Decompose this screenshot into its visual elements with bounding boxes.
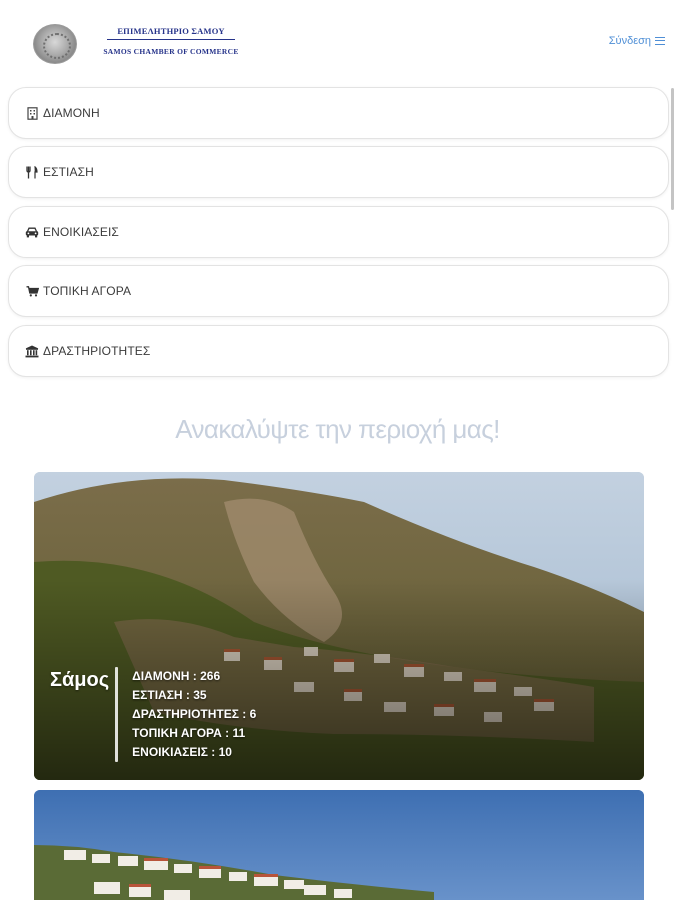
car-icon: [25, 225, 39, 239]
building-icon: [25, 106, 39, 120]
hamburger-icon[interactable]: [655, 37, 665, 45]
login-label: Σύνδεση: [608, 35, 651, 47]
category-label: ΕΝΟΙΚΙΑΣΕΙΣ: [43, 225, 119, 239]
category-rentals-button[interactable]: ΕΝΟΙΚΙΑΣΕΙΣ: [8, 206, 669, 258]
destination-card-samos[interactable]: Σάμος ΔΙΑΜΟΝΗ : 266 ΕΣΤΙΑΣΗ : 35 ΔΡΑΣΤΗΡ…: [34, 472, 644, 780]
stat-local-market: ΤΟΠΙΚΗ ΑΓΟΡΑ : 11: [132, 726, 246, 740]
logo-title-english: SAMOS CHAMBER OF COMMERCE: [103, 47, 239, 56]
login-button[interactable]: Σύνδεση: [609, 35, 665, 47]
category-accommodation-button[interactable]: ΔΙΑΜΟΝΗ: [8, 87, 669, 139]
stat-dining: ΕΣΤΙΑΣΗ : 35: [132, 688, 207, 702]
cart-icon: [25, 284, 39, 298]
landscape-image: [34, 790, 644, 900]
logo[interactable]: ΕΠΙΜΕΛΗΤΗΡΙΟ ΣΑΜΟΥ SAMOS CHAMBER OF COMM…: [85, 26, 257, 56]
card-place-name: Σάμος: [50, 669, 110, 691]
header: ΕΠΙΜΕΛΗΤΗΡΙΟ ΣΑΜΟΥ SAMOS CHAMBER OF COMM…: [0, 0, 675, 86]
fork-knife-icon: [25, 165, 39, 179]
discover-heading: Ανακαλύψτε την περιοχή μας!: [175, 414, 500, 444]
category-label: ΔΡΑΣΤΗΡΙΟΤΗΤΕΣ: [43, 344, 151, 358]
logo-divider: [107, 39, 235, 40]
category-activities-button[interactable]: ΔΡΑΣΤΗΡΙΟΤΗΤΕΣ: [8, 325, 669, 377]
category-label: ΔΙΑΜΟΝΗ: [43, 106, 100, 120]
destination-card[interactable]: [34, 790, 644, 900]
card-stats-list: ΔΙΑΜΟΝΗ : 266 ΕΣΤΙΑΣΗ : 35 ΔΡΑΣΤΗΡΙΟΤΗΤΕ…: [132, 667, 256, 762]
card-info: Σάμος ΔΙΑΜΟΝΗ : 266 ΕΣΤΙΑΣΗ : 35 ΔΡΑΣΤΗΡ…: [50, 667, 256, 762]
category-label: ΤΟΠΙΚΗ ΑΓΟΡΑ: [43, 284, 132, 298]
category-dining-button[interactable]: ΕΣΤΙΑΣΗ: [8, 146, 669, 198]
scrollbar[interactable]: [671, 88, 674, 210]
logo-seal-icon[interactable]: [33, 24, 77, 64]
stat-activities: ΔΡΑΣΤΗΡΙΟΤΗΤΕΣ : 6: [132, 707, 257, 721]
logo-title-greek: ΕΠΙΜΕΛΗΤΗΡΙΟ ΣΑΜΟΥ: [117, 26, 225, 36]
category-label: ΕΣΤΙΑΣΗ: [43, 165, 94, 179]
stat-rentals: ΕΝΟΙΚΙΑΣΕΙΣ : 10: [132, 745, 232, 759]
stat-accommodation: ΔΙΑΜΟΝΗ : 266: [132, 669, 221, 683]
category-local-market-button[interactable]: ΤΟΠΙΚΗ ΑΓΟΡΑ: [8, 265, 669, 317]
card-divider: [115, 667, 119, 762]
landmark-icon: [25, 344, 39, 358]
